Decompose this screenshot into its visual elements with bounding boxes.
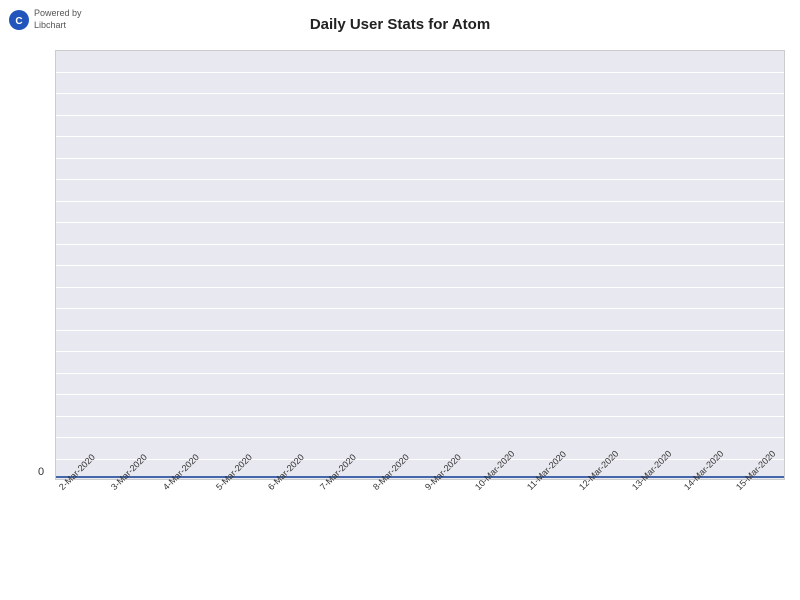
chart-container: C Powered by Libchart Daily User Stats f… [0, 0, 800, 600]
chart-title: Daily User Stats for Atom [0, 16, 800, 33]
x-label-wrapper-9: 11-Mar-2020 [526, 480, 576, 495]
chart-border [55, 50, 785, 480]
x-label-wrapper-11: 13-Mar-2020 [630, 480, 680, 495]
x-label-wrapper-2: 4-Mar-2020 [160, 480, 210, 495]
x-label-wrapper-1: 3-Mar-2020 [107, 480, 157, 495]
y-axis-zero-label: 0 [38, 466, 44, 478]
x-label-wrapper-0: 2-Mar-2020 [55, 480, 105, 495]
x-label-wrapper-13: 15-Mar-2020 [735, 480, 785, 495]
x-label-wrapper-4: 6-Mar-2020 [264, 480, 314, 495]
x-axis: 2-Mar-2020 3-Mar-2020 4-Mar-2020 5-Mar-2… [55, 480, 785, 590]
x-label-wrapper-12: 14-Mar-2020 [683, 480, 733, 495]
x-label-wrapper-5: 7-Mar-2020 [316, 480, 366, 495]
x-label-wrapper-8: 10-Mar-2020 [473, 480, 523, 495]
x-label-wrapper-10: 12-Mar-2020 [578, 480, 628, 495]
x-label-wrapper-3: 5-Mar-2020 [212, 480, 262, 495]
x-label-wrapper-7: 9-Mar-2020 [421, 480, 471, 495]
x-label-wrapper-6: 8-Mar-2020 [369, 480, 419, 495]
